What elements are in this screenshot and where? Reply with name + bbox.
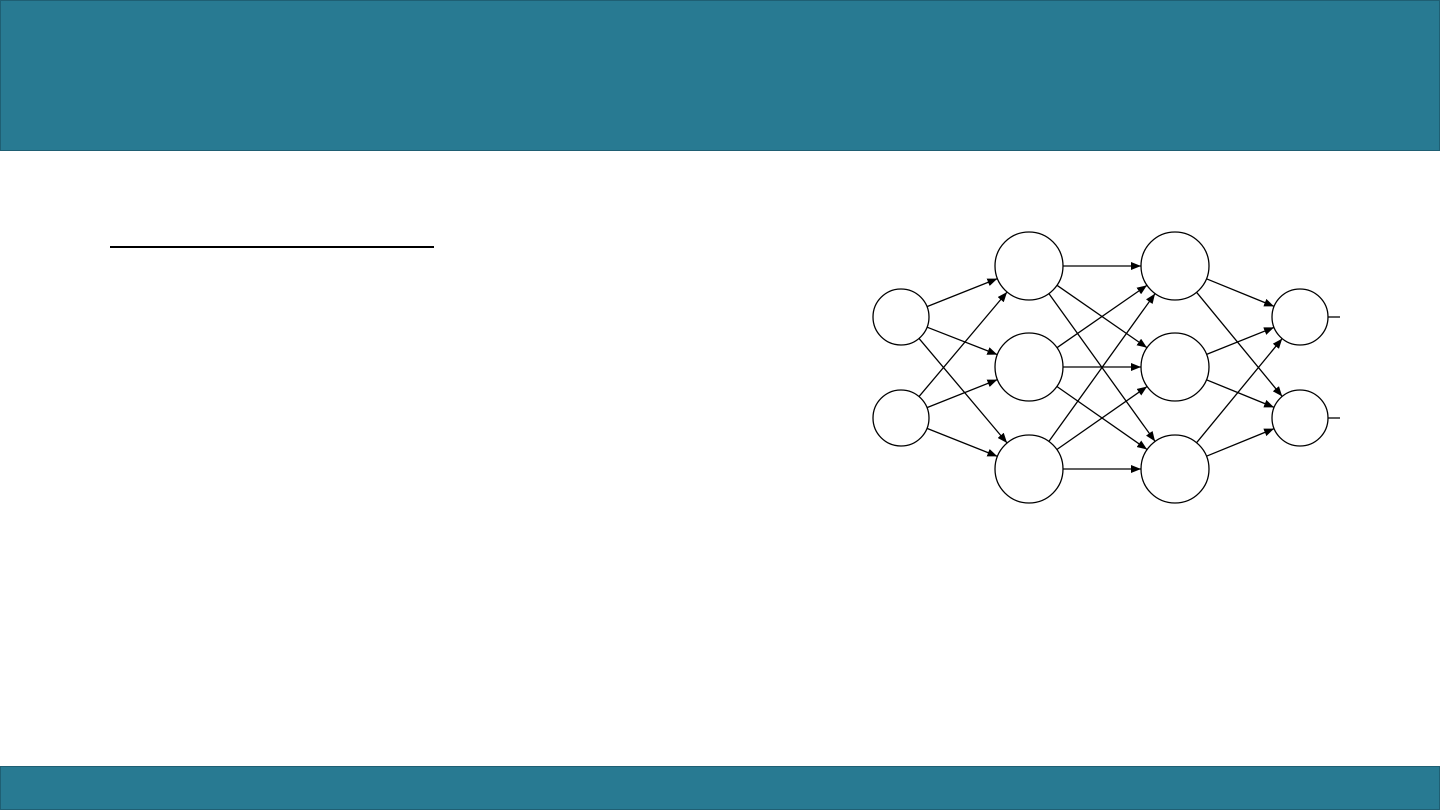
- header-bar: [0, 0, 1440, 151]
- node-input-1: [872, 389, 930, 447]
- node-input-0: [872, 288, 930, 346]
- title-underline: [110, 246, 434, 248]
- node-hidden-2-2: [1140, 434, 1210, 504]
- node-hidden-2-1: [1140, 332, 1210, 402]
- node-output-1: [1271, 389, 1329, 447]
- node-hidden-1-2: [994, 434, 1064, 504]
- node-output-0: [1271, 288, 1329, 346]
- footer-bar: [0, 766, 1440, 810]
- neural-network-diagram: [848, 222, 1344, 514]
- neural-network-svg: [848, 222, 1344, 514]
- node-hidden-1-1: [994, 332, 1064, 402]
- node-hidden-2-0: [1140, 231, 1210, 301]
- node-hidden-1-0: [994, 231, 1064, 301]
